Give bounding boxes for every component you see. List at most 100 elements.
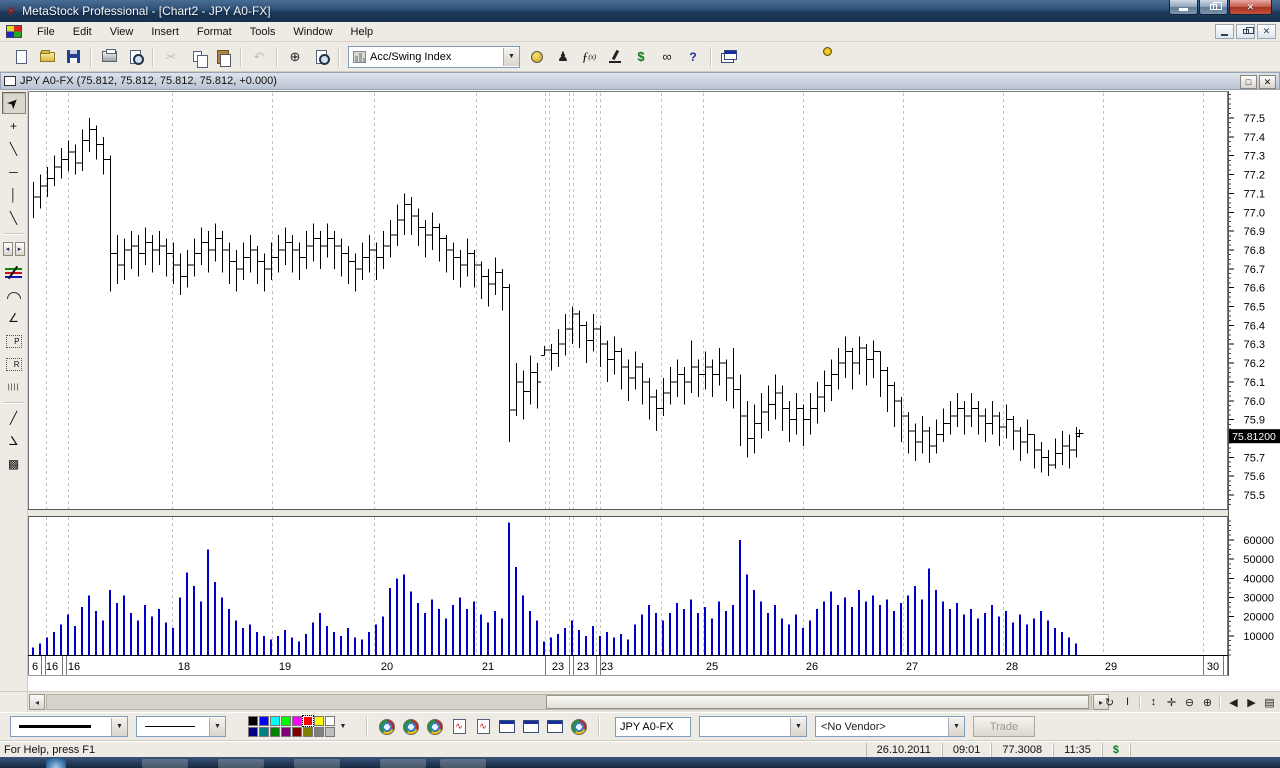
projection-tool-button[interactable]: P <box>2 330 26 352</box>
horizontal-scrollbar[interactable] <box>46 694 1092 710</box>
menu-file[interactable]: File <box>28 23 64 41</box>
color-swatch[interactable] <box>314 727 324 737</box>
equis-line-studies-tool-button[interactable] <box>2 261 26 283</box>
quote-wheel-1-button[interactable] <box>375 715 399 739</box>
print-button[interactable] <box>97 45 121 69</box>
chart-system-menu-icon[interactable] <box>6 25 22 38</box>
crosshatch-tool-button[interactable]: ▩ <box>2 453 26 475</box>
scroll-left-arrow[interactable]: ◂ <box>29 694 45 710</box>
zoom-in-button[interactable]: ⊕ <box>1199 694 1216 710</box>
start-orb-icon[interactable] <box>46 758 66 768</box>
alert-button[interactable] <box>525 45 549 69</box>
quote-wheel-3-button[interactable] <box>423 715 447 739</box>
speed-line-tool-button[interactable]: ╲ <box>2 207 26 229</box>
crosshair-tool-button[interactable]: + <box>2 115 26 137</box>
save-button[interactable] <box>61 45 85 69</box>
trendline-up-tool-button[interactable]: ╱ <box>2 407 26 429</box>
chart-window-titlebar[interactable]: JPY A0-FX (75.812, 75.812, 75.812, 75.81… <box>0 72 1280 90</box>
restore-button[interactable] <box>1199 0 1228 15</box>
chart-plot-area[interactable]: 6161618192021232323252627282930 <box>28 90 1228 679</box>
mdi-minimize-button[interactable] <box>1215 24 1234 39</box>
paste-button[interactable] <box>211 45 235 69</box>
taskbar-app-icon[interactable] <box>218 759 264 768</box>
color-swatch[interactable] <box>281 727 291 737</box>
color-swatch[interactable] <box>259 727 269 737</box>
trendline-tool-button[interactable]: ╲ <box>2 138 26 160</box>
taskbar-app-icon[interactable] <box>380 759 426 768</box>
tile-horizontal-button[interactable] <box>769 45 793 69</box>
scroll-pair-tool-button[interactable]: ◂▸ <box>2 238 26 260</box>
color-swatch[interactable] <box>303 716 313 726</box>
text-cursor-button[interactable]: I <box>1119 694 1136 710</box>
menu-edit[interactable]: Edit <box>64 23 101 41</box>
vendor-combo[interactable]: <No Vendor> ▼ <box>815 716 965 737</box>
expert-advisor-button[interactable]: ♟ <box>551 45 575 69</box>
color-swatch[interactable] <box>292 716 302 726</box>
mdi-restore-button[interactable] <box>1236 24 1255 39</box>
print-preview-button[interactable] <box>123 45 147 69</box>
minimize-button[interactable] <box>1169 0 1198 15</box>
layout-panel-3-button[interactable] <box>543 715 567 739</box>
periodicity-combo[interactable]: ▼ <box>699 716 807 737</box>
scroll-right-icon[interactable]: ▸ <box>15 242 25 256</box>
value-axis[interactable]: 77.577.477.377.277.177.076.976.876.776.6… <box>1228 90 1280 676</box>
crosshair-pointer-button[interactable]: ⊕ <box>283 45 307 69</box>
color-swatch[interactable] <box>248 716 258 726</box>
zoom-page-button[interactable] <box>309 45 333 69</box>
chevron-down-icon[interactable]: ▼ <box>111 718 127 736</box>
time-zones-tool-button[interactable]: |||| <box>2 376 26 398</box>
trade-button[interactable]: Trade <box>973 716 1035 737</box>
color-swatch[interactable] <box>303 727 313 737</box>
chevron-down-icon[interactable]: ▼ <box>209 718 225 736</box>
menu-insert[interactable]: Insert <box>142 23 188 41</box>
pointer-tool-button[interactable]: ➤ <box>2 92 26 114</box>
tile-vertical-button[interactable] <box>743 45 767 69</box>
scroll-left-icon[interactable]: ◂ <box>3 242 13 256</box>
scrollbar-thumb[interactable] <box>546 695 1089 709</box>
open-button[interactable] <box>35 45 59 69</box>
zoom-out-button[interactable]: ⊖ <box>1181 694 1198 710</box>
taskbar-app-icon[interactable] <box>142 759 188 768</box>
color-swatch[interactable] <box>248 727 258 737</box>
cut-button[interactable]: ✂ <box>159 45 183 69</box>
options-dollar-button[interactable]: $ <box>629 45 653 69</box>
color-swatch[interactable] <box>270 716 280 726</box>
scroll-chart-left-button[interactable]: ◀ <box>1225 694 1242 710</box>
close-button[interactable]: ✕ <box>1229 0 1272 15</box>
menu-view[interactable]: View <box>101 23 143 41</box>
chart-report-1-button[interactable]: ∿ <box>447 715 471 739</box>
window-options-button[interactable] <box>821 45 845 69</box>
symbol-input[interactable]: JPY A0-FX <box>615 717 691 737</box>
line-weight-combo[interactable]: ▼ <box>10 716 128 737</box>
menu-tools[interactable]: Tools <box>241 23 285 41</box>
menu-help[interactable]: Help <box>342 23 383 41</box>
layout-panel-2-button[interactable] <box>519 715 543 739</box>
system-tester-button[interactable] <box>603 45 627 69</box>
pan-button[interactable]: ✛ <box>1163 694 1180 710</box>
taskbar-app-icon[interactable] <box>294 759 340 768</box>
color-swatch[interactable] <box>325 727 335 737</box>
palette-chevron-down-icon[interactable]: ▼ <box>337 717 349 737</box>
retracement-tool-button[interactable]: R <box>2 353 26 375</box>
mdi-close-button[interactable]: ✕ <box>1257 24 1276 39</box>
color-swatch[interactable] <box>259 716 269 726</box>
chart-close-button[interactable]: ✕ <box>1259 75 1276 89</box>
color-swatch[interactable] <box>270 727 280 737</box>
chevron-down-icon[interactable]: ▼ <box>503 48 519 66</box>
indicator-builder-button[interactable]: ƒ(x) <box>577 45 601 69</box>
indicator-quicklist[interactable]: Acc/Swing Index ▼ <box>348 46 520 68</box>
color-swatch[interactable] <box>281 716 291 726</box>
quote-wheel-4-button[interactable] <box>567 715 591 739</box>
chevron-down-icon[interactable]: ▼ <box>790 718 806 736</box>
gann-fan-tool-button[interactable]: ∠ <box>2 430 26 452</box>
tile-grid-button[interactable] <box>795 45 819 69</box>
fit-vertical-button[interactable]: ↕ <box>1145 694 1162 710</box>
chart-report-2-button[interactable]: ∿ <box>471 715 495 739</box>
chart-window-icon[interactable] <box>4 76 16 86</box>
fibonacci-fan-tool-button[interactable]: ∠ <box>2 307 26 329</box>
quote-wheel-2-button[interactable] <box>399 715 423 739</box>
refresh-button[interactable]: ↻ <box>1101 694 1118 710</box>
line-style-combo[interactable]: ▼ <box>136 716 226 737</box>
fibonacci-arc-tool-button[interactable] <box>2 284 26 306</box>
color-swatch[interactable] <box>325 716 335 726</box>
